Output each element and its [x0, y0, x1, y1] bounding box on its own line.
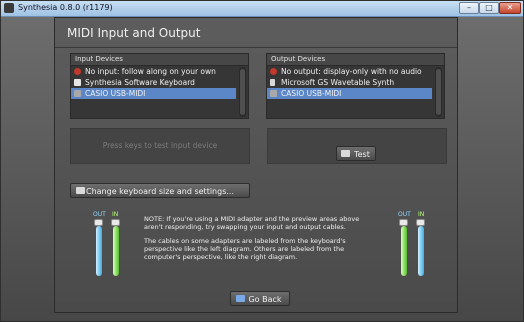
no-output-icon	[270, 68, 277, 75]
app-window: Synthesia 0.8.0 (r1179) – □ ✕ MIDI Input…	[0, 0, 524, 322]
in-cable-icon	[113, 226, 119, 276]
usb-device-icon	[74, 90, 81, 97]
close-button[interactable]: ✕	[499, 2, 521, 14]
title-divider	[55, 47, 457, 48]
output-device-gs-wavetable[interactable]: Microsoft GS Wavetable Synth	[267, 77, 432, 88]
usb-device-icon	[270, 90, 277, 97]
no-input-icon	[74, 68, 81, 75]
in-label: IN	[418, 211, 425, 218]
output-device-label: Microsoft GS Wavetable Synth	[281, 78, 395, 87]
in-cable-icon	[401, 226, 407, 276]
input-devices-list: Input Devices No input: follow along on …	[70, 53, 249, 119]
midi-dialog: MIDI Input and Output Input Devices No i…	[54, 17, 458, 313]
note-paragraph-2: The cables on some adapters are labeled …	[144, 237, 346, 261]
minimize-button[interactable]: –	[459, 2, 479, 14]
input-device-label: CASIO USB-MIDI	[85, 89, 146, 98]
window-title: Synthesia 0.8.0 (r1179)	[18, 3, 113, 12]
input-device-label: Synthesia Software Keyboard	[85, 78, 195, 87]
input-test-hint: Press keys to test input device	[102, 141, 218, 150]
title-bar[interactable]: Synthesia 0.8.0 (r1179) – □ ✕	[1, 1, 523, 17]
test-button[interactable]: Test	[336, 146, 376, 161]
back-arrow-icon	[236, 295, 245, 302]
input-device-software-keyboard[interactable]: Synthesia Software Keyboard	[71, 77, 236, 88]
dialog-title: MIDI Input and Output	[67, 26, 201, 40]
out-plug-icon	[399, 219, 408, 226]
keyboard-icon	[74, 79, 81, 86]
speaker-icon	[270, 79, 275, 86]
in-label: IN	[112, 211, 119, 218]
input-test-area: Press keys to test input device	[70, 128, 250, 164]
output-list-scrollbar[interactable]	[435, 67, 442, 117]
out-label: OUT	[93, 211, 106, 218]
out-label: OUT	[398, 211, 411, 218]
go-back-button[interactable]: Go Back	[230, 291, 290, 306]
adapter-note: NOTE: If you're using a MIDI adapter and…	[144, 215, 374, 267]
speaker-icon	[341, 150, 350, 157]
output-devices-list: Output Devices No output: display-only w…	[266, 53, 445, 119]
input-devices-header: Input Devices	[71, 54, 248, 66]
output-device-label: No output: display-only with no audio	[281, 67, 422, 76]
input-device-label: No input: follow along on your own	[85, 67, 216, 76]
keyboard-icon	[76, 187, 85, 194]
out-cable-icon	[96, 226, 102, 276]
in-plug-icon	[111, 219, 120, 226]
output-device-label: CASIO USB-MIDI	[281, 89, 342, 98]
maximize-button[interactable]: □	[479, 2, 499, 14]
input-list-scrollbar[interactable]	[239, 67, 246, 117]
input-device-casio-usb-midi[interactable]: CASIO USB-MIDI	[71, 88, 236, 99]
keyboard-settings-button[interactable]: Change keyboard size and settings...	[70, 183, 250, 198]
app-icon	[4, 3, 14, 13]
input-device-no-input[interactable]: No input: follow along on your own	[71, 66, 236, 77]
out-plug-icon	[94, 219, 103, 226]
out-cable-icon	[418, 226, 424, 276]
note-paragraph-1: NOTE: If you're using a MIDI adapter and…	[144, 215, 360, 231]
output-devices-header: Output Devices	[267, 54, 444, 66]
in-plug-icon	[416, 219, 425, 226]
keyboard-settings-label: Change keyboard size and settings...	[86, 187, 234, 196]
output-device-no-output[interactable]: No output: display-only with no audio	[267, 66, 432, 77]
output-device-casio-usb-midi[interactable]: CASIO USB-MIDI	[267, 88, 432, 99]
